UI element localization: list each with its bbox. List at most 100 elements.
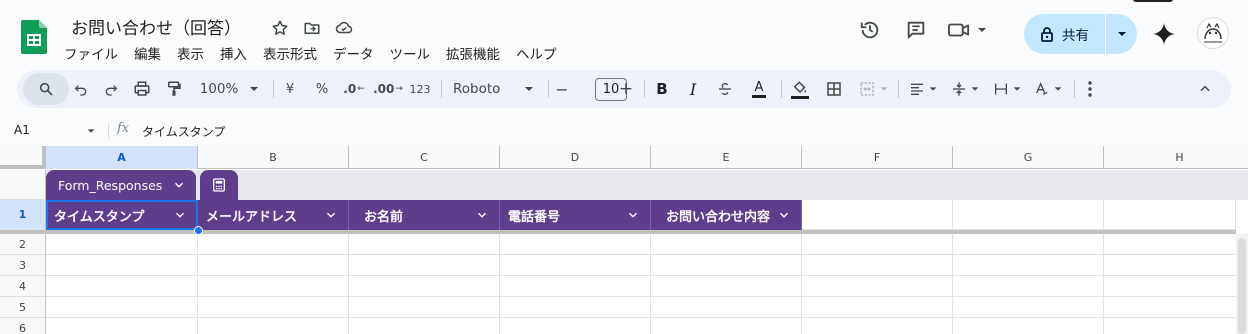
share-button[interactable]: 共有 <box>1024 14 1105 54</box>
text-rotation-button[interactable] <box>1030 70 1066 108</box>
menu-data[interactable]: データ <box>333 41 382 65</box>
menu-view[interactable]: 表示 <box>177 41 212 65</box>
name-box[interactable]: A1 <box>14 123 30 137</box>
star-icon[interactable] <box>268 16 292 40</box>
chevron-down-icon[interactable] <box>86 126 96 136</box>
menu-file[interactable]: ファイル <box>64 41 126 65</box>
search-menus-button[interactable] <box>23 73 69 105</box>
more-formats-button[interactable]: 123 <box>407 70 433 108</box>
strikethrough-icon[interactable] <box>714 70 736 108</box>
frozen-row-divider[interactable] <box>0 230 1236 234</box>
column-header-f[interactable]: F <box>802 146 953 169</box>
font-size-decrease-button[interactable]: − <box>553 70 571 108</box>
document-title[interactable]: お問い合わせ（回答） <box>71 14 241 39</box>
column-header-d[interactable]: D <box>500 146 651 169</box>
toolbar: 100% ¥ % .0 ← .00 → 123 Roboto − 10 + B I … <box>17 70 1231 108</box>
column-header-h[interactable]: H <box>1104 146 1248 169</box>
text-color-button[interactable]: A <box>748 70 770 108</box>
chevron-down-icon[interactable] <box>475 208 489 222</box>
italic-label: I <box>689 79 697 99</box>
table-header-cell[interactable]: タイムスタンプ <box>46 200 198 230</box>
selection-fill-handle[interactable] <box>194 226 203 235</box>
row-header-6[interactable]: 6 <box>0 318 46 334</box>
column-header-c[interactable]: C <box>349 146 500 169</box>
borders-icon[interactable] <box>821 70 847 108</box>
row-header-1[interactable]: 1 <box>0 200 46 230</box>
row-header-2[interactable]: 2 <box>0 234 46 255</box>
top-tooltip-stub <box>1133 0 1173 2</box>
menu-insert[interactable]: 挿入 <box>220 41 255 65</box>
meet-button[interactable] <box>946 19 988 41</box>
grid-cell[interactable] <box>953 200 1104 230</box>
grid-cell[interactable] <box>802 200 953 230</box>
sheets-logo-icon[interactable] <box>21 20 47 54</box>
text-wrapping-button[interactable] <box>989 70 1025 108</box>
row-gridline <box>46 254 1236 255</box>
table-name-tab[interactable]: Form_Responses <box>46 170 196 200</box>
increase-decimal-button[interactable]: .00 → <box>373 70 403 108</box>
vertical-scrollbar[interactable] <box>1236 234 1248 334</box>
merge-cells-icon <box>859 82 874 96</box>
column-gridline <box>348 234 349 334</box>
fill-color-button[interactable] <box>787 70 813 108</box>
cloud-status-icon[interactable] <box>332 16 356 40</box>
chevron-down-icon[interactable] <box>173 208 187 222</box>
horizontal-align-button[interactable] <box>905 70 941 108</box>
calculator-icon <box>213 178 225 192</box>
chevron-down-icon[interactable] <box>777 208 791 222</box>
column-header-e[interactable]: E <box>651 146 802 169</box>
decrease-decimal-button[interactable]: .0 ← <box>341 70 367 108</box>
avatar[interactable] <box>1197 17 1229 49</box>
chevron-down-icon[interactable] <box>626 208 640 222</box>
table-header-cell[interactable]: 電話番号 <box>500 200 651 230</box>
header-label-name: お名前 <box>364 209 404 225</box>
chevron-down-icon[interactable] <box>324 208 338 222</box>
vertical-align-button[interactable] <box>947 70 983 108</box>
table-header-cell[interactable]: お名前 <box>349 200 500 230</box>
menu-edit[interactable]: 編集 <box>134 41 169 65</box>
undo-icon[interactable] <box>69 70 93 108</box>
version-history-icon[interactable] <box>854 14 886 46</box>
column-gridline <box>952 234 953 334</box>
font-family-value: Roboto <box>453 81 501 97</box>
merge-cells-button[interactable] <box>854 70 892 108</box>
grid-cell[interactable] <box>1104 200 1236 230</box>
vertical-align-icon <box>952 82 965 96</box>
table-row-spacer <box>0 170 46 200</box>
row-gridline <box>46 296 1236 297</box>
zoom-select[interactable]: 100% <box>195 70 265 108</box>
menu-help[interactable]: ヘルプ <box>516 41 565 65</box>
table-calculator-button[interactable] <box>200 170 238 200</box>
row-header-3[interactable]: 3 <box>0 255 46 276</box>
scrollbar-thumb[interactable] <box>1238 238 1246 334</box>
print-icon[interactable] <box>130 70 154 108</box>
collapse-menus-icon[interactable] <box>1193 70 1217 108</box>
row-gridline <box>46 275 1236 276</box>
percent-format-button[interactable]: % <box>311 70 333 108</box>
paint-format-icon[interactable] <box>162 70 186 108</box>
menu-tools[interactable]: ツール <box>390 41 439 65</box>
column-header-g[interactable]: G <box>953 146 1104 169</box>
menu-format[interactable]: 表示形式 <box>263 41 325 65</box>
table-header-cell[interactable]: メールアドレス <box>198 200 349 230</box>
column-header-a[interactable]: A <box>46 146 198 169</box>
share-dropdown-button[interactable] <box>1106 14 1137 54</box>
column-header-b[interactable]: B <box>198 146 349 169</box>
number-format-label: 123 <box>409 82 431 96</box>
bold-button[interactable]: B <box>651 70 673 108</box>
row-header-5[interactable]: 5 <box>0 297 46 318</box>
select-all-corner[interactable] <box>0 146 46 169</box>
font-size-increase-button[interactable]: + <box>617 70 635 108</box>
row-header-4[interactable]: 4 <box>0 276 46 297</box>
comments-icon[interactable] <box>900 14 932 46</box>
font-family-select[interactable]: Roboto <box>453 70 535 108</box>
more-options-icon[interactable] <box>1080 70 1100 108</box>
menu-extensions[interactable]: 拡張機能 <box>446 41 508 65</box>
gemini-icon[interactable] <box>1152 22 1176 46</box>
formula-input[interactable]: タイムスタンプ <box>142 123 225 140</box>
italic-button[interactable]: I <box>682 70 704 108</box>
table-header-cell[interactable]: お問い合わせ内容 <box>651 200 802 230</box>
move-folder-icon[interactable] <box>300 16 324 40</box>
currency-format-button[interactable]: ¥ <box>279 70 301 108</box>
redo-icon[interactable] <box>99 70 123 108</box>
